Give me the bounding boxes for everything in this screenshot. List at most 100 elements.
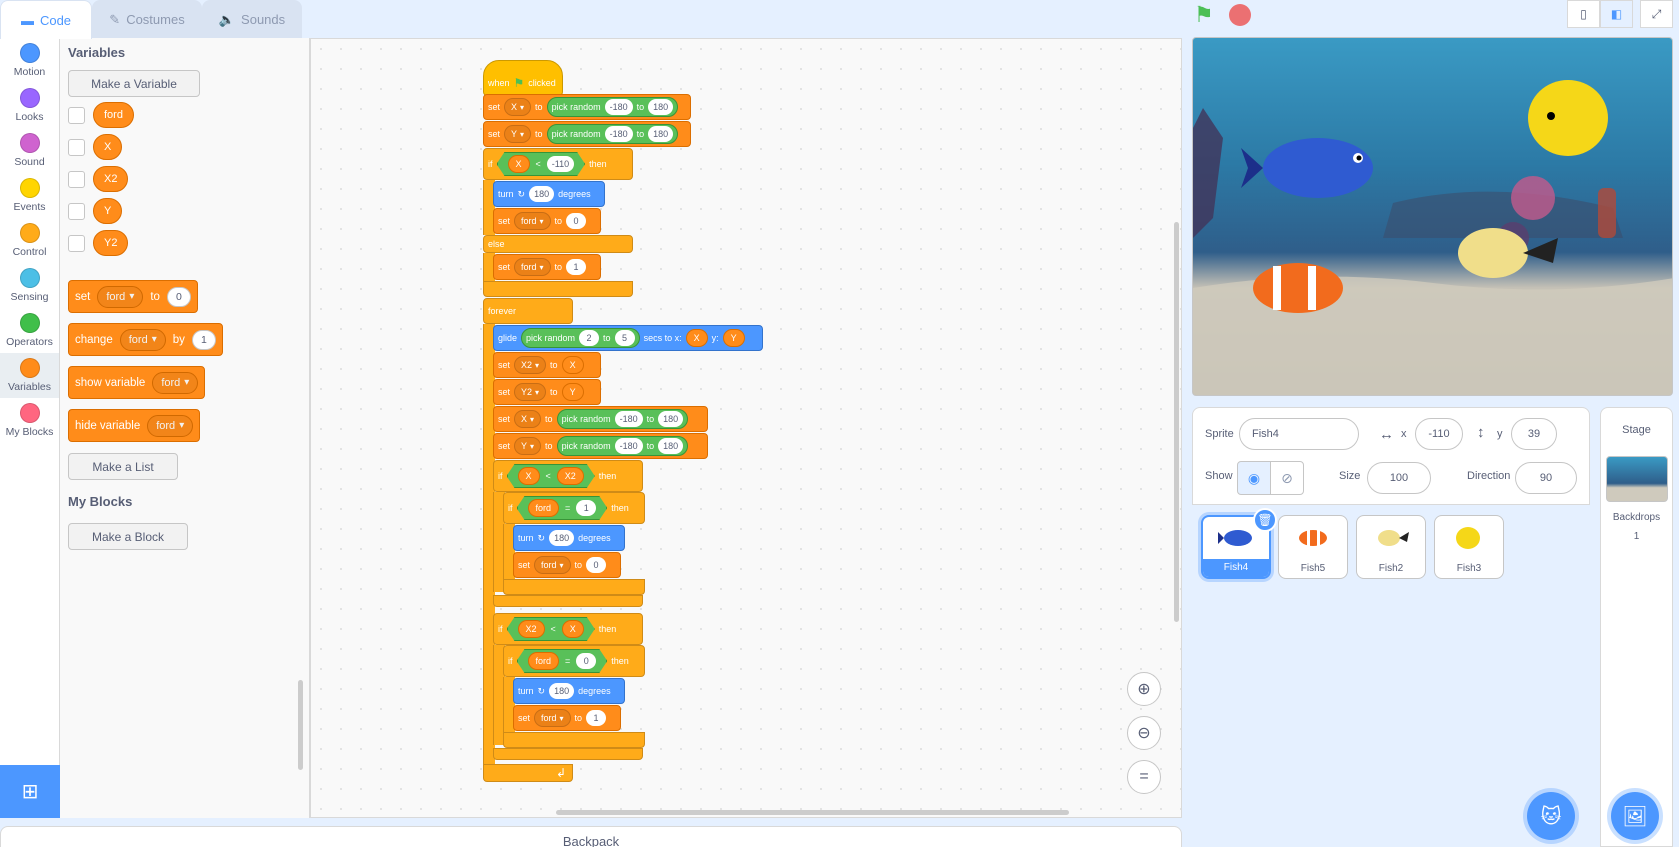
choose-sprite-button[interactable]: 🐱 <box>1527 792 1575 840</box>
variable-reporter-y[interactable]: Y <box>93 198 123 224</box>
tab-sounds[interactable]: 🔈 Sounds <box>202 0 302 38</box>
fullscreen-button[interactable]: ⤢ <box>1640 0 1673 28</box>
small-stage-button[interactable]: ▯ <box>1567 0 1600 28</box>
delete-sprite-button[interactable]: 🗑 <box>1253 508 1277 532</box>
hide-sprite-button[interactable]: ⊘ <box>1270 461 1304 495</box>
pick-random-reporter[interactable]: pick random -180 to 180 <box>556 436 689 456</box>
change-variable-block[interactable]: change ford by 1 <box>68 323 223 356</box>
set-y-random-block[interactable]: setYto pick random-180to180 <box>483 121 691 147</box>
set-x-random-block[interactable]: setXto pick random-180to180 <box>483 94 691 120</box>
turn-block[interactable]: turn ↻ 180 degrees <box>513 678 625 704</box>
zoom-in-button[interactable]: ⊕ <box>1127 672 1161 706</box>
variable-reporter-ford[interactable]: ford <box>93 102 134 128</box>
backpack[interactable]: Backpack <box>0 826 1182 847</box>
palette-scrollbar[interactable] <box>298 680 303 770</box>
glide-block[interactable]: glide pick random 2 to 5 secs to x: X y: Y <box>493 325 763 351</box>
hide-variable-block[interactable]: hide variable ford <box>68 409 201 442</box>
pick-random-reporter[interactable]: pick random -180 to 180 <box>556 409 689 429</box>
variable-reporter-x2[interactable]: X2 <box>93 166 129 192</box>
green-flag-button[interactable]: ⚑ <box>1194 2 1220 28</box>
if-block[interactable]: if ford = 0 then <box>503 645 645 677</box>
less-than-operator[interactable]: X2 < X <box>507 617 595 641</box>
set-y-random-block[interactable]: setYto pick random-180to180 <box>493 433 708 459</box>
variable-checkbox[interactable] <box>68 138 85 156</box>
size-input[interactable]: 100 <box>1367 462 1431 494</box>
category-operators[interactable]: Operators <box>0 308 59 353</box>
sprite-tile-fish5[interactable]: Fish5 <box>1278 515 1348 579</box>
category-my-blocks[interactable]: My Blocks <box>0 398 59 443</box>
category-variables[interactable]: Variables <box>0 353 59 398</box>
script-horizontal-scrollbar[interactable] <box>556 810 1069 815</box>
pick-random-reporter[interactable]: pick random -180 to 180 <box>546 97 679 117</box>
variable-dropdown[interactable]: X <box>504 98 532 116</box>
when-flag-clicked-block[interactable]: when ⚑ clicked <box>483 60 563 96</box>
make-list-button[interactable]: Make a List <box>68 453 178 480</box>
variable-dropdown[interactable]: ford <box>147 414 194 437</box>
variable-dropdown[interactable]: Y2 <box>514 383 547 401</box>
stage-canvas[interactable] <box>1192 37 1673 396</box>
direction-input[interactable]: 90 <box>1515 462 1577 494</box>
if-else-block[interactable]: if X < -110 then <box>483 148 633 180</box>
set-ford-block[interactable]: setfordto1 <box>513 705 621 731</box>
forever-block[interactable]: forever <box>483 298 573 324</box>
variable-checkbox[interactable] <box>68 106 85 124</box>
pick-random-reporter[interactable]: pick random -180 to 180 <box>546 124 679 144</box>
equals-operator[interactable]: ford = 0 <box>517 649 608 673</box>
less-than-operator[interactable]: X < X2 <box>507 464 595 488</box>
turn-block[interactable]: turn ↻ 180 degrees <box>513 525 625 551</box>
large-stage-button[interactable]: ◧ <box>1600 0 1633 28</box>
set-x2-block[interactable]: setX2toX <box>493 352 601 378</box>
tab-costumes[interactable]: ✎ Costumes <box>92 0 202 38</box>
sprite-tile-fish3[interactable]: Fish3 <box>1434 515 1504 579</box>
variable-reporter-y2[interactable]: Y2 <box>93 230 129 256</box>
show-variable-block[interactable]: show variable ford <box>68 366 206 399</box>
value-input[interactable]: 1 <box>191 329 216 350</box>
variable-dropdown[interactable]: ford <box>514 258 551 276</box>
set-ford-block[interactable]: setfordto1 <box>493 254 601 280</box>
set-y2-block[interactable]: setY2toY <box>493 379 601 405</box>
turn-block[interactable]: turn ↻ 180 degrees <box>493 181 605 207</box>
make-block-button[interactable]: Make a Block <box>68 523 188 550</box>
zoom-out-button[interactable]: ⊖ <box>1127 716 1161 750</box>
zoom-reset-button[interactable]: = <box>1127 760 1161 794</box>
x-position-input[interactable]: -110 <box>1415 418 1463 450</box>
less-than-operator[interactable]: X < -110 <box>497 152 586 176</box>
variable-dropdown[interactable]: ford <box>97 285 144 308</box>
variable-checkbox[interactable] <box>68 234 85 252</box>
stop-button[interactable] <box>1229 4 1251 26</box>
show-sprite-button[interactable]: ◉ <box>1237 461 1271 495</box>
variable-dropdown[interactable]: ford <box>514 212 551 230</box>
category-events[interactable]: Events <box>0 173 59 218</box>
variable-dropdown[interactable]: X2 <box>514 356 547 374</box>
variable-checkbox[interactable] <box>68 202 85 220</box>
variable-dropdown[interactable]: Y <box>504 125 532 143</box>
value-input[interactable]: 0 <box>166 286 191 307</box>
script-area[interactable] <box>310 38 1182 818</box>
pick-random-reporter[interactable]: pick random 2 to 5 <box>521 328 640 348</box>
variable-dropdown[interactable]: ford <box>534 556 571 574</box>
if-block[interactable]: if X < X2 then <box>493 460 643 492</box>
y-position-input[interactable]: 39 <box>1511 418 1557 450</box>
if-block[interactable]: if ford = 1 then <box>503 492 645 524</box>
variable-dropdown[interactable]: Y <box>514 437 542 455</box>
sprite-name-input[interactable]: Fish4 <box>1239 418 1359 450</box>
add-extension-button[interactable]: ⊞ <box>0 765 60 818</box>
variable-dropdown[interactable]: ford <box>152 371 199 394</box>
category-sensing[interactable]: Sensing <box>0 263 59 308</box>
category-control[interactable]: Control <box>0 218 59 263</box>
category-motion[interactable]: Motion <box>0 38 59 83</box>
if-block[interactable]: if X2 < X then <box>493 613 643 645</box>
stage-target-pane[interactable]: Stage Backdrops 1 <box>1600 407 1673 847</box>
set-ford-block[interactable]: setfordto0 <box>513 552 621 578</box>
variable-dropdown[interactable]: ford <box>119 328 166 351</box>
variable-dropdown[interactable]: ford <box>534 709 571 727</box>
make-variable-button[interactable]: Make a Variable <box>68 70 200 97</box>
set-variable-block[interactable]: set ford to 0 <box>68 280 198 313</box>
category-sound[interactable]: Sound <box>0 128 59 173</box>
category-looks[interactable]: Looks <box>0 83 59 128</box>
equals-operator[interactable]: ford = 1 <box>517 496 608 520</box>
set-x-random-block[interactable]: setXto pick random-180to180 <box>493 406 708 432</box>
sprite-tile-fish2[interactable]: Fish2 <box>1356 515 1426 579</box>
tab-code[interactable]: ▬ Code <box>0 0 92 39</box>
script-vertical-scrollbar[interactable] <box>1174 222 1179 622</box>
